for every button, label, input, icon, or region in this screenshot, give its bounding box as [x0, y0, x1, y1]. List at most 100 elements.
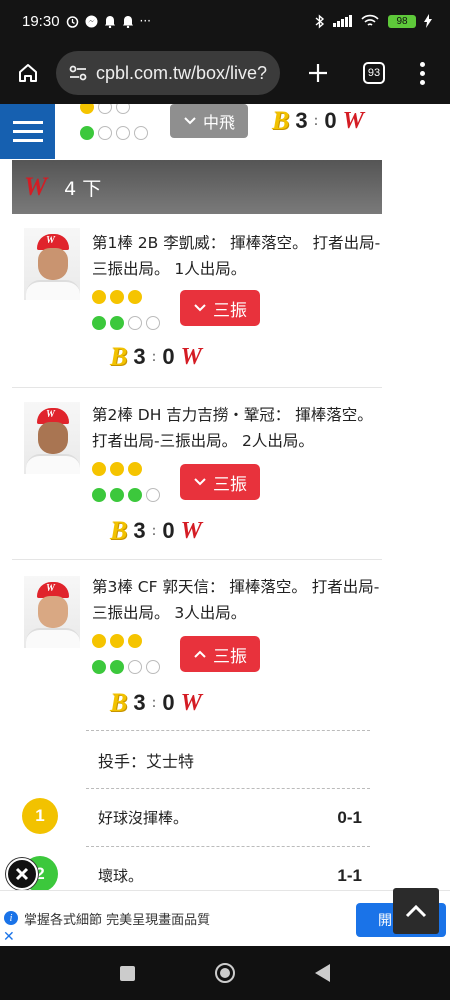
wei-logo: W	[180, 518, 202, 544]
play-result-button[interactable]: 中飛	[170, 104, 248, 138]
inning-header: W 4 下	[12, 160, 382, 214]
wei-logo: W	[180, 690, 202, 716]
ad-banner[interactable]: i ✕ 掌握各式細節 完美呈現畫面品質 開	[0, 890, 450, 946]
charging-icon	[424, 14, 432, 28]
close-overlay-button[interactable]	[6, 858, 38, 890]
url-text: cpbl.com.tw/box/live?	[96, 62, 268, 83]
wei-logo: W	[180, 344, 202, 370]
home-score: 3	[133, 518, 146, 543]
play-description: 第2棒 DH 吉力吉撈・鞏冠： 揮棒落空。 打者出局-三振出局。 2人出局。	[92, 406, 373, 450]
wei-logo: W	[24, 172, 47, 201]
strike-dots	[92, 290, 142, 304]
inning-label: 4 下	[64, 177, 102, 200]
browser-menu-button[interactable]	[402, 61, 442, 85]
home-score: 3	[133, 344, 146, 369]
brothers-logo: B	[110, 516, 128, 545]
clock: 19:30	[22, 12, 60, 30]
pitcher-row: 投手：艾士特	[86, 730, 370, 788]
ad-info-icon[interactable]: i	[4, 911, 18, 925]
chevron-down-icon	[194, 304, 206, 312]
plus-icon	[309, 64, 327, 82]
brothers-logo: B	[110, 688, 128, 717]
recents-button[interactable]	[120, 965, 135, 981]
pitch-count: 1-1	[337, 865, 362, 885]
status-bar: 19:30 ··· 98	[0, 0, 450, 42]
new-tab-button[interactable]	[290, 54, 346, 92]
system-icons: 98	[315, 13, 432, 29]
away-score: 0	[162, 690, 175, 715]
wei-logo: W	[342, 108, 364, 134]
away-score: 0	[162, 344, 175, 369]
ball-dots	[92, 660, 160, 674]
site-settings-icon	[69, 65, 87, 81]
scroll-to-top-button[interactable]	[393, 888, 439, 934]
score-display: B 3 : 0 W	[110, 688, 202, 717]
score-separator: :	[151, 695, 157, 711]
ad-text: 掌握各式細節 完美呈現畫面品質	[24, 913, 211, 928]
strike-dots	[80, 104, 130, 114]
home-icon	[19, 64, 37, 82]
player-photo	[24, 576, 80, 648]
player-photo	[24, 228, 80, 300]
strikeout-toggle-button[interactable]: 三振	[180, 290, 260, 326]
score-separator: :	[313, 113, 319, 129]
home-nav-button[interactable]	[215, 963, 235, 983]
battery-icon: 98	[388, 14, 416, 28]
result-label: 三振	[213, 300, 247, 321]
strikeout-toggle-button[interactable]: 三振	[180, 636, 260, 672]
notification-icon	[122, 15, 133, 28]
plate-appearance: 第1棒 2B 李凱威： 揮棒落空。 打者出局-三振出局。 1人出局。 三振 B …	[12, 214, 382, 388]
away-score: 0	[162, 518, 175, 543]
signal-icon	[333, 15, 352, 27]
brothers-logo: B	[110, 342, 128, 371]
score-display: B 3 : 0 W	[110, 342, 202, 371]
home-button[interactable]	[0, 42, 56, 104]
tab-count: 93	[363, 62, 385, 84]
ad-close-icon[interactable]: ✕	[3, 929, 15, 945]
site-menu-button[interactable]	[0, 104, 55, 159]
ball-dots	[92, 316, 160, 330]
pitch-text: 好球沒揮棒。	[98, 809, 189, 827]
address-bar[interactable]: cpbl.com.tw/box/live?	[56, 51, 280, 95]
strikeout-toggle-button[interactable]: 三振	[180, 464, 260, 500]
play-description: 第3棒 CF 郭天信： 揮棒落空。 打者出局-三振出局。 3人出局。	[92, 578, 380, 622]
player-photo	[24, 402, 80, 474]
score-separator: :	[151, 523, 157, 539]
wifi-icon	[361, 14, 379, 26]
live-box-page: 中飛 B 3 : 0 W W 4 下 第1棒 2B 李凱威： 揮棒落空。 打者出…	[0, 104, 450, 946]
pitch-count: 0-1	[337, 807, 362, 827]
pitch-row: 好球沒揮棒。 0-1	[86, 788, 370, 846]
alarm-icon	[66, 15, 78, 28]
messenger-icon	[85, 15, 98, 27]
pitch-text: 壞球。	[98, 867, 144, 885]
close-icon	[15, 867, 29, 881]
play-description: 第1棒 2B 李凱威： 揮棒落空。 打者出局-三振出局。 1人出局。	[92, 234, 381, 278]
back-button[interactable]	[315, 964, 330, 982]
result-label: 三振	[213, 474, 247, 495]
bluetooth-icon	[315, 13, 325, 29]
pitcher-label: 投手：艾士特	[98, 751, 195, 771]
score-display: B 3 : 0 W	[272, 108, 364, 134]
ball-dots	[92, 488, 160, 502]
away-score: 0	[324, 108, 337, 133]
browser-toolbar: cpbl.com.tw/box/live? 93	[0, 42, 450, 104]
result-label: 三振	[213, 646, 247, 667]
home-score: 3	[133, 690, 146, 715]
strike-dots	[92, 462, 142, 476]
plate-appearance: 第3棒 CF 郭天信： 揮棒落空。 打者出局-三振出局。 3人出局。 三振 B …	[12, 560, 382, 730]
plate-appearance: 第2棒 DH 吉力吉撈・鞏冠： 揮棒落空。 打者出局-三振出局。 2人出局。 三…	[12, 388, 382, 560]
more-notifications-icon: ···	[139, 14, 151, 28]
chevron-up-icon	[194, 650, 206, 658]
notification-icons: ···	[66, 14, 151, 28]
chevron-down-icon	[184, 117, 196, 125]
home-score: 3	[295, 108, 308, 133]
play-result-label: 中飛	[202, 113, 235, 132]
pitch-number-badge: 1	[22, 798, 58, 834]
tab-switcher-button[interactable]: 93	[346, 62, 402, 84]
ball-dots	[80, 126, 148, 140]
score-separator: :	[151, 349, 157, 365]
score-display: B 3 : 0 W	[110, 516, 202, 545]
strike-dots	[92, 634, 142, 648]
notification-icon	[104, 15, 115, 28]
chevron-down-icon	[194, 478, 206, 486]
